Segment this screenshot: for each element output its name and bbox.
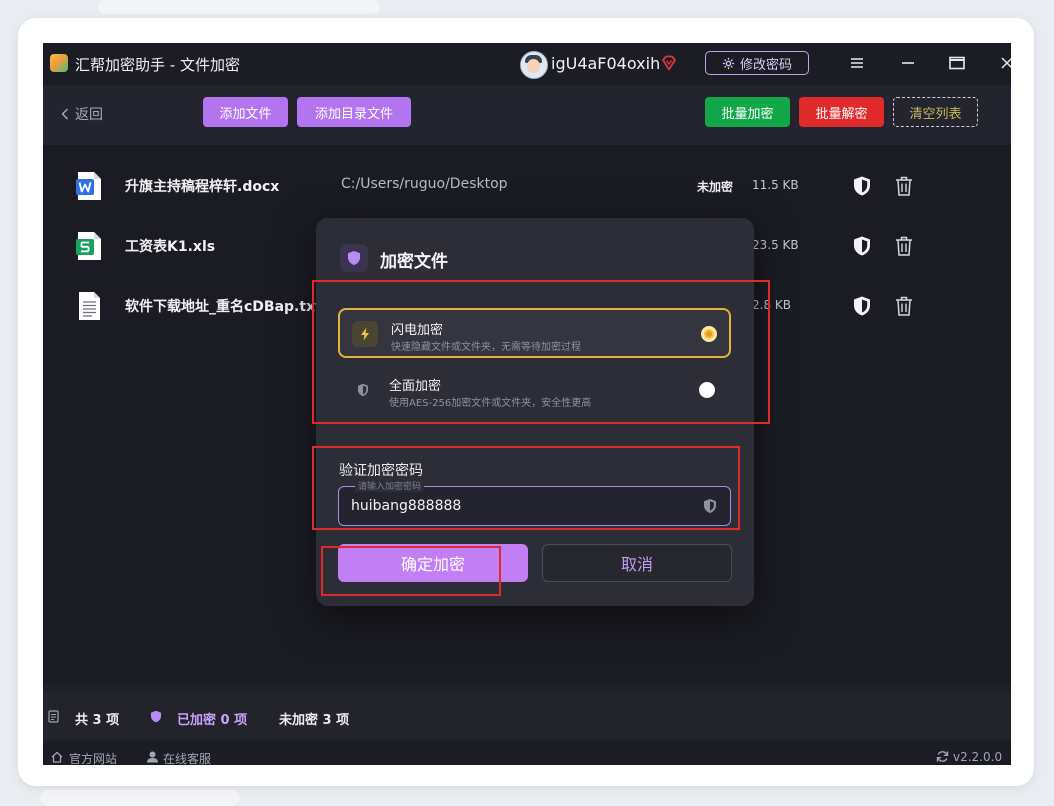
hamburger-menu-icon — [851, 58, 863, 68]
dialog-title: 加密文件 — [380, 252, 448, 272]
menu-button[interactable] — [845, 52, 869, 74]
customer-service-icon — [147, 751, 158, 763]
gear-icon — [722, 57, 735, 69]
file-size: 23.5 KB — [752, 238, 799, 252]
shield-icon — [358, 383, 368, 397]
total-count: 共 3 项 — [75, 713, 120, 728]
delete-trash-icon[interactable] — [894, 295, 914, 317]
radio-unselected[interactable] — [699, 382, 715, 398]
dialog-shield-badge — [340, 244, 368, 272]
back-link[interactable]: 返回 — [61, 104, 103, 124]
confirm-encrypt-button[interactable]: 确定加密 — [338, 544, 528, 582]
back-label: 返回 — [75, 107, 103, 123]
version-label: v2.2.0.0 — [953, 750, 1003, 764]
file-status: 未加密 — [697, 180, 734, 194]
maximize-icon — [949, 56, 965, 70]
window-title: 汇帮加密助手 - 文件加密 — [75, 56, 240, 74]
refresh-icon — [936, 751, 949, 762]
text-file-icon — [79, 292, 100, 320]
app-logo-icon — [50, 54, 68, 72]
option-title: 全面加密 — [389, 379, 442, 394]
vip-diamond-icon — [662, 55, 676, 71]
shield-icon — [151, 710, 161, 723]
clear-list-button[interactable]: 清空列表 — [893, 97, 978, 127]
option-icon-badge — [352, 321, 378, 347]
online-support-link[interactable]: 在线客服 — [163, 750, 211, 765]
encrypted-count: 已加密 0 项 — [177, 713, 248, 728]
file-row[interactable]: 升旗主持稿程梓轩.docx C:/Users/ruguo/Desktop 未加密… — [43, 163, 1011, 223]
option-description: 快速隐藏文件或文件夹，无需等待加密过程 — [391, 342, 581, 353]
background-blob — [40, 790, 240, 806]
delete-trash-icon[interactable] — [894, 235, 914, 257]
delete-trash-icon[interactable] — [894, 175, 914, 197]
shield-icon — [704, 499, 716, 513]
cancel-button[interactable]: 取消 — [542, 544, 732, 582]
encrypt-dialog: 加密文件 闪电加密 快速隐藏文件或文件夹，无需等待加密过程 全面加密 使用AES… — [316, 218, 754, 606]
chevron-left-icon — [61, 108, 69, 120]
status-bar: 共 3 项 已加密 0 项 未加密 3 项 — [43, 693, 1011, 739]
option-full-encrypt[interactable]: 全面加密 使用AES-256加密文件或文件夹，安全性更高 — [338, 366, 731, 416]
close-icon — [1001, 57, 1011, 69]
change-password-button[interactable]: 修改密码 — [705, 51, 809, 75]
minimize-button[interactable] — [896, 52, 920, 74]
list-icon — [48, 710, 59, 723]
add-file-button[interactable]: 添加文件 — [203, 97, 288, 127]
encrypt-shield-icon[interactable] — [852, 235, 872, 257]
file-name: 软件下载地址_重名cDBap.txt — [125, 299, 322, 315]
file-name: 升旗主持稿程梓轩.docx — [125, 179, 280, 195]
spreadsheet-file-icon — [76, 232, 101, 260]
toolbar: 返回 添加文件 添加目录文件 批量加密 批量解密 清空列表 — [43, 85, 1011, 145]
close-button[interactable] — [995, 52, 1011, 74]
password-label: 验证加密密码 — [339, 463, 423, 479]
batch-encrypt-button[interactable]: 批量加密 — [705, 97, 790, 127]
minimize-icon — [902, 62, 914, 64]
home-icon — [51, 751, 63, 763]
shield-icon — [348, 251, 360, 265]
footer: 官方网站 在线客服 v2.2.0.0 — [43, 743, 1011, 765]
encrypt-shield-icon[interactable] — [852, 295, 872, 317]
password-field[interactable]: 请输入加密密码 — [338, 479, 731, 526]
radio-selected[interactable] — [701, 326, 717, 342]
title-bar: 汇帮加密助手 - 文件加密 igU4aF04oxih 修改密码 — [43, 43, 1011, 85]
file-size: 2.8 KB — [752, 298, 791, 312]
option-icon-badge — [350, 377, 376, 403]
unencrypted-count: 未加密 3 项 — [279, 713, 350, 728]
password-placeholder: 请输入加密密码 — [355, 479, 425, 492]
option-title: 闪电加密 — [391, 323, 444, 338]
batch-decrypt-button[interactable]: 批量解密 — [799, 97, 884, 127]
file-size: 11.5 KB — [752, 178, 799, 192]
user-avatar[interactable] — [520, 51, 548, 79]
file-name: 工资表K1.xls — [125, 239, 216, 255]
word-file-icon — [76, 172, 101, 200]
background-blob — [98, 0, 380, 14]
option-description: 使用AES-256加密文件或文件夹，安全性更高 — [389, 398, 592, 409]
encrypt-shield-icon[interactable] — [852, 175, 872, 197]
official-website-link[interactable]: 官方网站 — [69, 750, 117, 765]
option-lightning-encrypt[interactable]: 闪电加密 快速隐藏文件或文件夹，无需等待加密过程 — [338, 308, 731, 358]
username: igU4aF04oxih — [551, 54, 661, 73]
lightning-icon — [361, 327, 369, 341]
password-input[interactable] — [351, 495, 681, 517]
maximize-button[interactable] — [945, 52, 969, 74]
change-password-label: 修改密码 — [739, 57, 792, 73]
file-path: C:/Users/ruguo/Desktop — [341, 176, 508, 192]
add-directory-button[interactable]: 添加目录文件 — [297, 97, 411, 127]
